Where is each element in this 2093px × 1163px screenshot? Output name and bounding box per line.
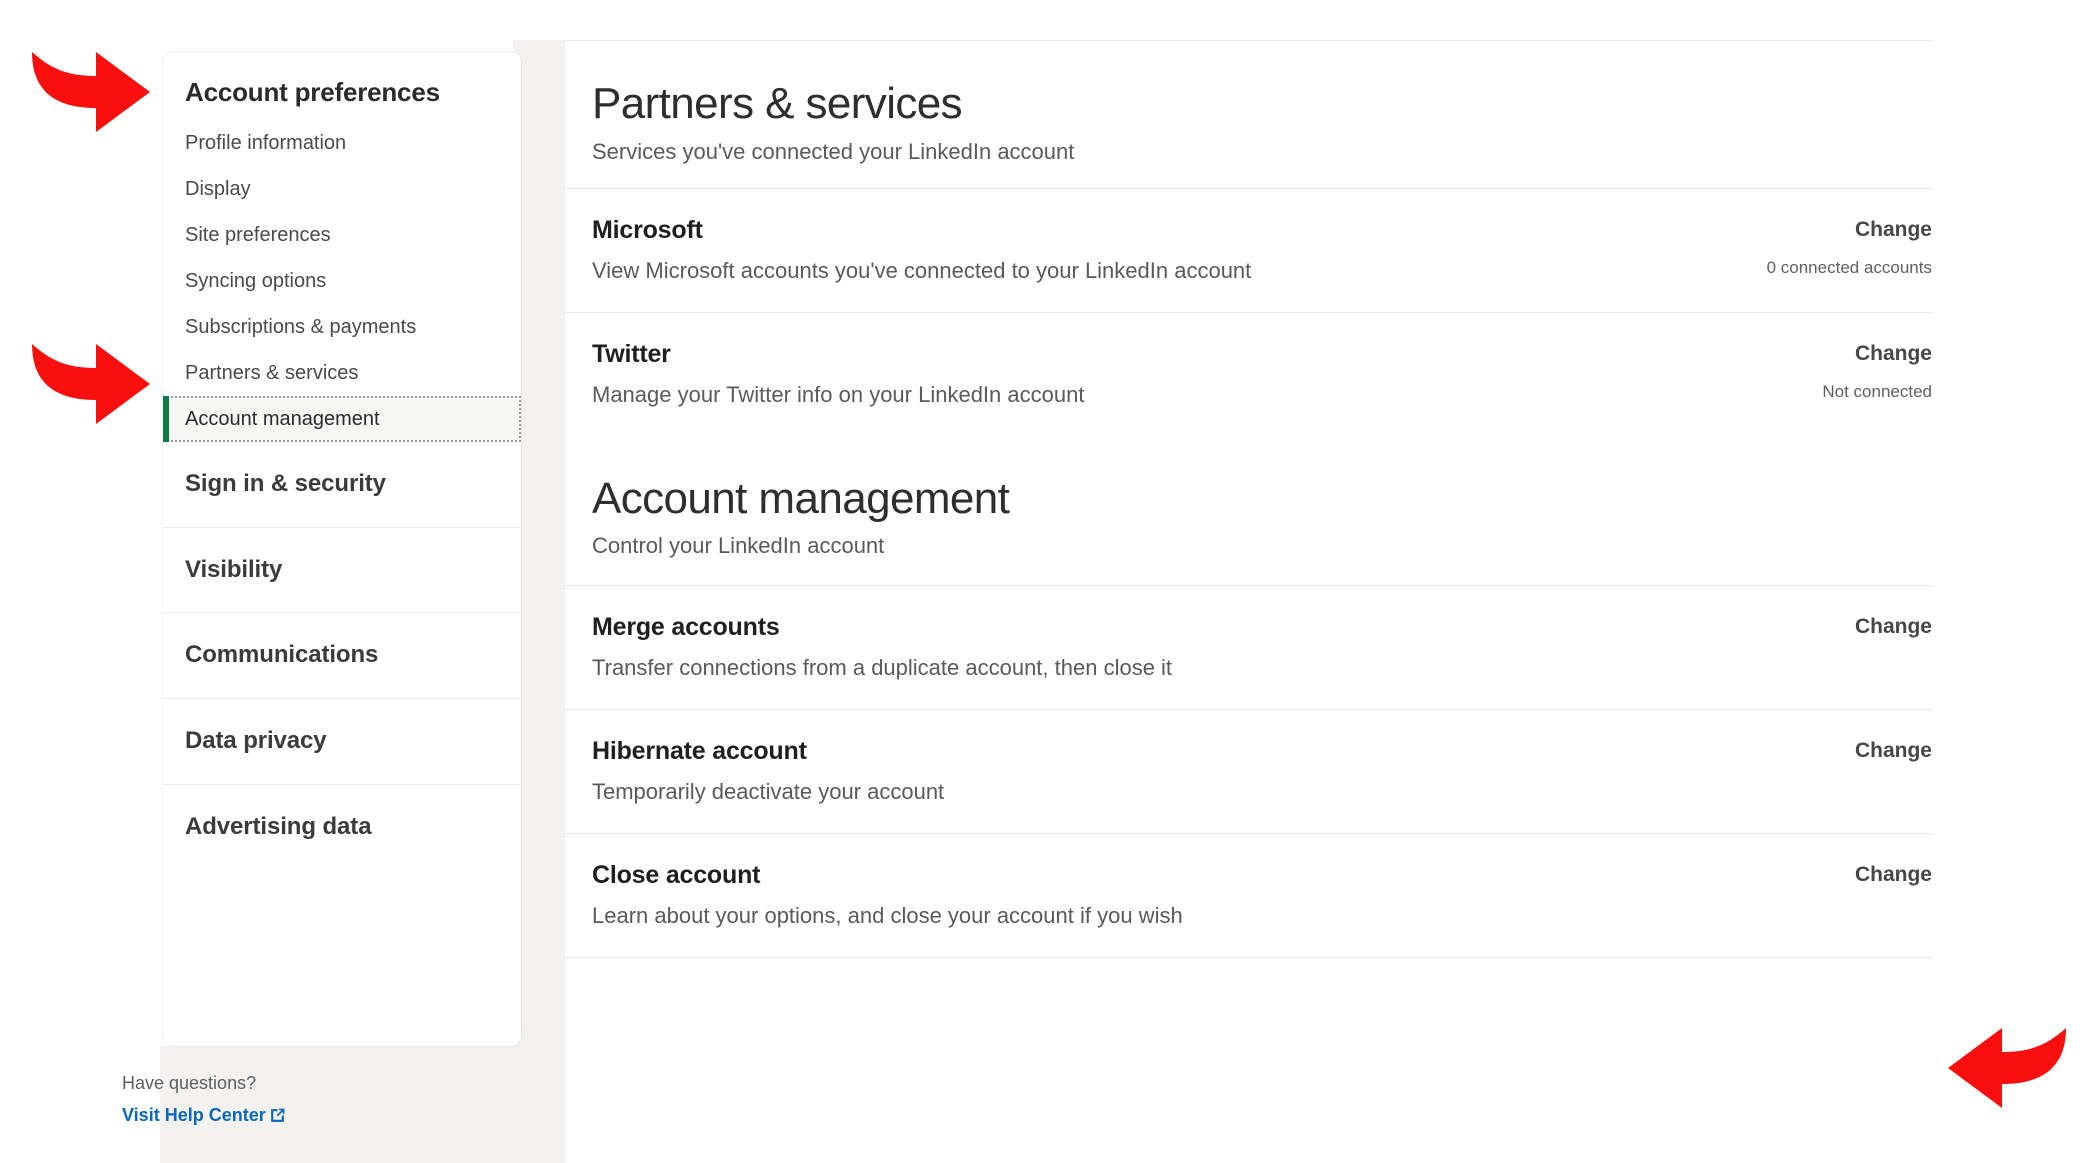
page-subtitle: Services you've connected your LinkedIn … xyxy=(592,138,1075,164)
row-description: Learn about your options, and close your… xyxy=(592,903,1183,928)
change-button-close-account[interactable]: Change xyxy=(1855,862,1932,887)
status-badge-microsoft: 0 connected accounts xyxy=(1766,258,1932,278)
arrow-pointing-account-management xyxy=(24,338,156,435)
row-action-block: Change xyxy=(1855,860,1945,887)
row-description: Transfer connections from a duplicate ac… xyxy=(592,655,1173,681)
nav-group-header-account-preferences: Account preferences xyxy=(185,77,440,107)
row-description: Temporarily deactivate your account xyxy=(592,779,945,805)
page-title: Partners & services xyxy=(592,79,963,128)
sidebar-item-partners-services[interactable]: Partners & services xyxy=(163,350,521,396)
external-link-icon xyxy=(269,1107,286,1124)
sidebar-item-sign-in-security[interactable]: Sign in & security xyxy=(163,442,521,527)
visit-help-center-label: Visit Help Center xyxy=(122,1105,266,1125)
settings-main-content: Partners & services Services you've conn… xyxy=(565,40,1945,958)
row-divider xyxy=(565,956,1932,958)
sidebar-item-label: Sign in & security xyxy=(185,469,386,497)
sidebar-item-data-privacy[interactable]: Data privacy xyxy=(163,699,521,784)
sidebar-item-syncing-options[interactable]: Syncing options xyxy=(163,258,521,304)
sidebar-item-label: Data privacy xyxy=(185,727,327,755)
section-header-account-management: Account management Control your LinkedIn… xyxy=(565,436,1945,561)
nav-group-account-preferences: Account preferences Profile information … xyxy=(163,52,521,442)
arrow-pointing-close-account-change xyxy=(1942,1022,2074,1119)
sidebar-help-footer: Have questions? Visit Help Center xyxy=(122,1070,522,1126)
setting-row-close-account: Close account Learn about your options, … xyxy=(565,834,1945,957)
sidebar-item-label: Visibility xyxy=(185,555,283,583)
sidebar-item-label: Profile information xyxy=(185,131,347,154)
have-questions-label: Have questions? xyxy=(122,1073,257,1093)
page-root: Account preferences Profile information … xyxy=(0,0,2093,1163)
change-button-merge-accounts[interactable]: Change xyxy=(1855,614,1932,639)
row-text-block: Close account Learn about your options, … xyxy=(592,860,1183,931)
row-text-block: Microsoft View Microsoft accounts you've… xyxy=(592,215,1251,286)
row-action-block: Change xyxy=(1855,612,1945,639)
change-button-twitter[interactable]: Change xyxy=(1822,341,1932,366)
sidebar-item-profile-information[interactable]: Profile information xyxy=(163,120,521,166)
sidebar-item-subscriptions-payments[interactable]: Subscriptions & payments xyxy=(163,304,521,350)
arrow-pointing-account-preferences xyxy=(24,46,156,143)
status-badge-twitter: Not connected xyxy=(1822,382,1932,402)
section-title: Account management xyxy=(592,473,1010,523)
section-header-partners-services: Partners & services Services you've conn… xyxy=(565,41,1945,166)
row-title: Microsoft xyxy=(592,216,703,245)
sidebar-item-label: Partners & services xyxy=(185,361,359,384)
row-title: Merge accounts xyxy=(592,613,780,642)
row-action-block: Change xyxy=(1855,736,1945,763)
row-text-block: Hibernate account Temporarily deactivate… xyxy=(592,736,944,807)
row-text-block: Twitter Manage your Twitter info on your… xyxy=(592,339,1084,410)
row-action-block: Change 0 connected accounts xyxy=(1767,215,1945,279)
sidebar-item-label: Subscriptions & payments xyxy=(185,315,417,338)
change-button-microsoft[interactable]: Change xyxy=(1767,217,1932,242)
sidebar-item-label: Display xyxy=(185,177,251,200)
row-action-block: Change Not connected xyxy=(1822,339,1945,403)
row-description: View Microsoft accounts you've connected… xyxy=(592,258,1252,284)
settings-sidebar: Account preferences Profile information … xyxy=(163,52,521,1046)
row-title: Hibernate account xyxy=(592,736,807,765)
row-description: Manage your Twitter info on your LinkedI… xyxy=(592,382,1085,408)
row-title: Twitter xyxy=(592,340,671,369)
sidebar-item-label: Account management xyxy=(185,407,380,430)
setting-row-hibernate-account: Hibernate account Temporarily deactivate… xyxy=(565,710,1945,833)
change-button-hibernate-account[interactable]: Change xyxy=(1855,738,1932,763)
row-text-block: Merge accounts Transfer connections from… xyxy=(592,612,1172,683)
sidebar-item-account-management[interactable]: Account management xyxy=(163,395,521,442)
sidebar-item-advertising-data[interactable]: Advertising data xyxy=(163,785,521,870)
row-title: Close account xyxy=(592,860,761,889)
section-subtitle: Control your LinkedIn account xyxy=(592,533,885,559)
sidebar-item-site-preferences[interactable]: Site preferences xyxy=(163,212,521,258)
sidebar-item-display[interactable]: Display xyxy=(163,166,521,212)
sidebar-item-visibility[interactable]: Visibility xyxy=(163,528,521,613)
sidebar-item-label: Syncing options xyxy=(185,269,327,292)
sidebar-item-communications[interactable]: Communications xyxy=(163,613,521,698)
visit-help-center-link[interactable]: Visit Help Center xyxy=(122,1105,286,1126)
setting-row-microsoft: Microsoft View Microsoft accounts you've… xyxy=(565,189,1945,312)
sidebar-item-label: Site preferences xyxy=(185,223,331,246)
setting-row-twitter: Twitter Manage your Twitter info on your… xyxy=(565,313,1945,436)
sidebar-item-label: Communications xyxy=(185,641,379,669)
setting-row-merge-accounts: Merge accounts Transfer connections from… xyxy=(565,586,1945,709)
sidebar-item-label: Advertising data xyxy=(185,812,372,840)
